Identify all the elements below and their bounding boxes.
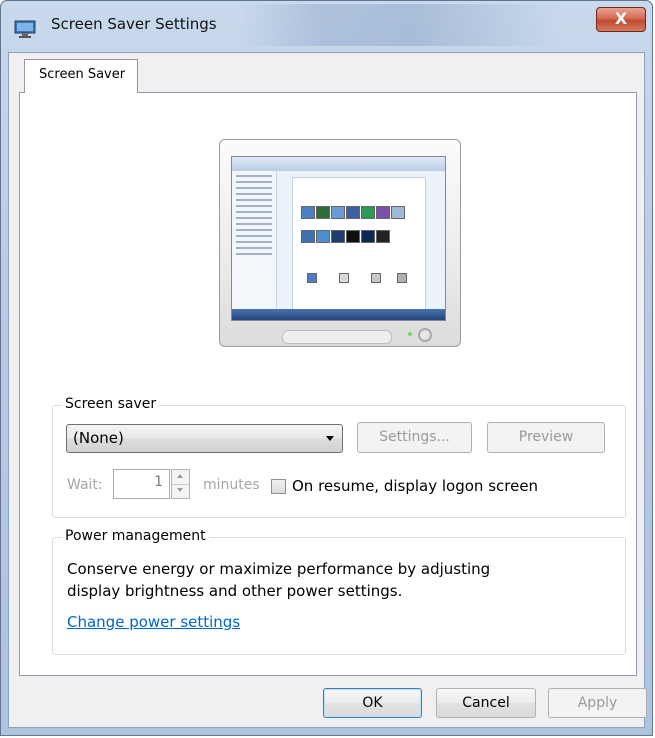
wait-minutes-spinner[interactable] bbox=[171, 469, 190, 499]
monitor-slot bbox=[282, 330, 392, 344]
chevron-down-icon bbox=[326, 436, 334, 441]
screen-saver-select-value: (None) bbox=[73, 429, 124, 447]
tab-screen-saver[interactable]: Screen Saver bbox=[24, 59, 138, 93]
screen-saver-select[interactable]: (None) bbox=[66, 424, 343, 453]
title-bar[interactable]: Screen Saver Settings X bbox=[0, 0, 655, 50]
monitor-screen bbox=[231, 156, 446, 321]
power-led-icon bbox=[408, 332, 412, 336]
spin-up-button[interactable] bbox=[172, 470, 189, 485]
wait-minutes-input[interactable]: 1 bbox=[113, 469, 170, 499]
preview-button[interactable]: Preview bbox=[487, 422, 605, 453]
minutes-label: minutes bbox=[203, 477, 260, 493]
power-knob-icon bbox=[418, 328, 432, 342]
screen-saver-group-label: Screen saver bbox=[62, 396, 160, 412]
ok-button[interactable]: OK bbox=[323, 688, 422, 718]
resume-logon-label[interactable]: On resume, display logon screen bbox=[292, 477, 538, 495]
title-bar-background-blur bbox=[240, 4, 560, 46]
resume-logon-checkbox[interactable] bbox=[271, 479, 286, 494]
settings-button[interactable]: Settings... bbox=[357, 422, 472, 453]
power-management-group-label: Power management bbox=[62, 528, 209, 544]
wait-label: Wait: bbox=[67, 477, 103, 493]
change-power-settings-link[interactable]: Change power settings bbox=[67, 613, 240, 631]
arrow-down-icon bbox=[177, 488, 183, 492]
window-title: Screen Saver Settings bbox=[51, 15, 217, 33]
close-button[interactable]: X bbox=[596, 7, 646, 32]
apply-button[interactable]: Apply bbox=[548, 688, 647, 718]
monitor-icon bbox=[14, 20, 36, 38]
cancel-button[interactable]: Cancel bbox=[436, 688, 536, 718]
spin-down-button[interactable] bbox=[172, 484, 189, 498]
arrow-up-icon bbox=[177, 474, 183, 478]
power-description: Conserve energy or maximize performance … bbox=[67, 560, 491, 600]
